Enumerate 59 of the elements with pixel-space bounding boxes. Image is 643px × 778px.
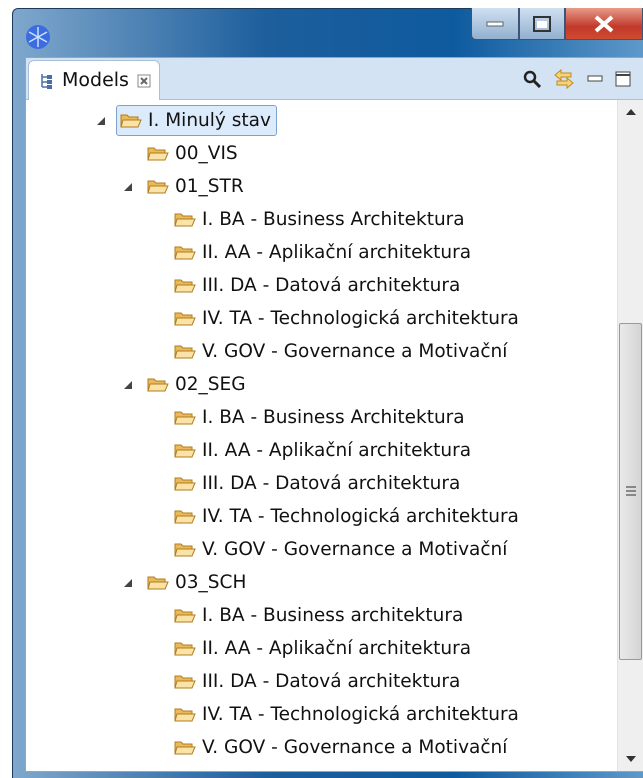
tree-item[interactable]: I. Minulý stav: [116, 104, 277, 136]
tree-item[interactable]: I. BA - Business Architektura: [170, 402, 471, 434]
tree-item[interactable]: III. DA - Datová architektura: [170, 468, 466, 500]
app-icon: [25, 24, 51, 50]
tree-item[interactable]: III. DA - Datová architektura: [170, 666, 466, 698]
folder-icon: [147, 145, 169, 162]
tree-item[interactable]: IV. TA - Technologická architektura: [170, 698, 525, 730]
tree-item[interactable]: IV. TA - Technologická architektura: [170, 302, 525, 334]
tree-item[interactable]: I. BA - Business Architektura: [170, 204, 471, 236]
close-icon: [593, 14, 615, 32]
tree-item[interactable]: V. GOV - Governance a Motivační: [170, 534, 514, 566]
folder-icon: [174, 508, 196, 525]
folder-icon: [147, 376, 169, 393]
folder-icon: [174, 607, 196, 624]
tree-item[interactable]: III. DA - Datová architektura: [170, 270, 466, 302]
folder-icon: [174, 211, 196, 228]
folder-icon: [174, 409, 196, 426]
folder-icon: [174, 277, 196, 294]
tree-item[interactable]: II. AA - Aplikační architektura: [170, 434, 478, 466]
tree-item[interactable]: 00_VIS: [143, 138, 244, 170]
tree-item[interactable]: II. AA - Aplikační architektura: [170, 632, 478, 664]
folder-icon: [174, 343, 196, 360]
tree-item[interactable]: 03_SCH: [143, 566, 252, 598]
minimize-icon: [486, 20, 504, 26]
folder-icon: [174, 442, 196, 459]
scrollbar[interactable]: [617, 100, 643, 771]
tree-item[interactable]: II. AA - Aplikační architektura: [170, 236, 478, 268]
expand-arrow-icon[interactable]: [96, 114, 107, 126]
minimize-button[interactable]: [471, 8, 519, 40]
folder-icon: [147, 178, 169, 195]
tree-item[interactable]: V. GOV - Governance a Motivační: [170, 732, 514, 764]
close-button[interactable]: [565, 8, 643, 40]
tree-item[interactable]: 02_SEG: [143, 368, 252, 400]
folder-icon: [147, 574, 169, 591]
models-tab[interactable]: Models: [28, 60, 160, 100]
tree-item[interactable]: V. GOV - Governance a Motivační: [170, 336, 514, 368]
expand-arrow-icon[interactable]: [123, 378, 134, 390]
folder-icon: [174, 706, 196, 723]
minimize-icon[interactable]: [587, 74, 603, 82]
tree-item[interactable]: IV. TA - Technologická architektura: [170, 500, 525, 532]
folder-icon: [174, 475, 196, 492]
maximize-button[interactable]: [519, 8, 565, 40]
search-icon[interactable]: [523, 70, 541, 88]
expand-arrow-icon[interactable]: [123, 180, 134, 192]
folder-icon: [174, 640, 196, 657]
close-icon[interactable]: [136, 74, 151, 88]
maximize-icon[interactable]: [615, 70, 631, 86]
folder-icon: [174, 310, 196, 327]
maximize-icon: [533, 16, 551, 32]
tree-item[interactable]: 01_STR: [143, 170, 250, 202]
expand-arrow-icon[interactable]: [123, 576, 134, 588]
folder-icon: [174, 673, 196, 690]
folder-icon: [174, 739, 196, 756]
tree-icon: [39, 72, 54, 90]
folder-icon: [120, 112, 142, 129]
folder-icon: [174, 244, 196, 261]
tree-item[interactable]: I. BA - Business architektura: [170, 600, 470, 632]
scroll-thumb[interactable]: [619, 322, 642, 660]
folder-icon: [174, 541, 196, 558]
